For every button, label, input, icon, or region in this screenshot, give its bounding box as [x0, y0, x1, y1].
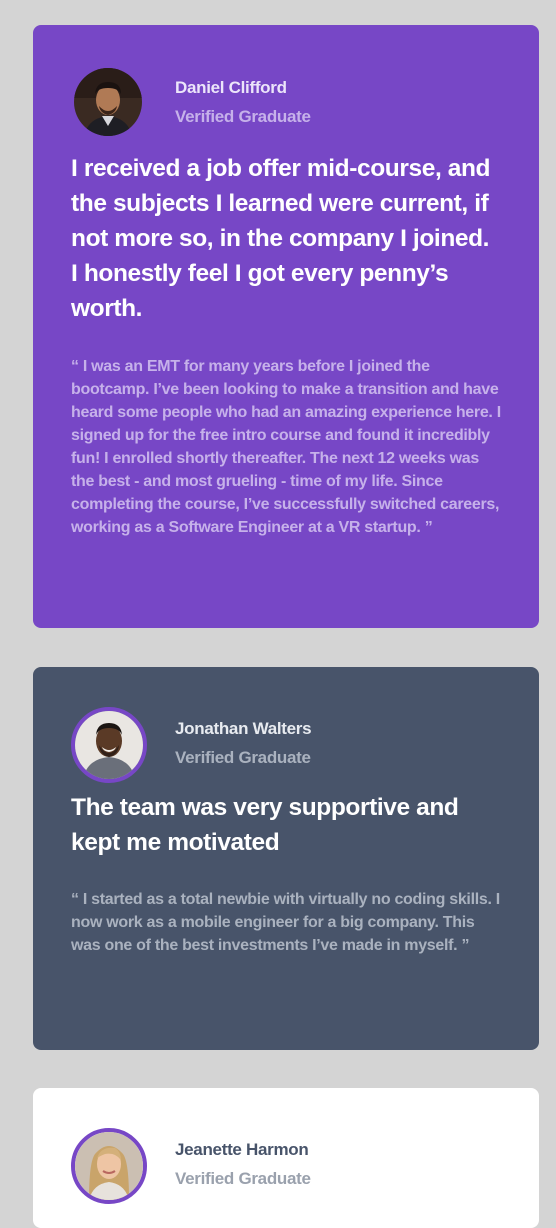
testimonial-card-jeanette: Jeanette Harmon Verified Graduate [33, 1088, 539, 1228]
avatar [71, 707, 147, 783]
testimonial-card-daniel: Daniel Clifford Verified Graduate I rece… [33, 25, 539, 628]
author-role: Verified Graduate [175, 1169, 311, 1188]
avatar-jonathan-image [75, 711, 143, 779]
testimonial-headline: I received a job offer mid-course, and t… [71, 155, 491, 322]
author-block: Jonathan Walters Verified Graduate [71, 707, 501, 787]
author-block: Jeanette Harmon Verified Graduate [71, 1128, 501, 1208]
testimonial-card-jonathan: Jonathan Walters Verified Graduate The t… [33, 667, 539, 1050]
author-name: Jonathan Walters [175, 719, 312, 738]
author-name: Daniel Clifford [175, 78, 287, 97]
testimonial-quote: “ I was an EMT for many years before I j… [71, 358, 501, 536]
testimonial-quote: “ I started as a total newbie with virtu… [71, 891, 500, 954]
author-role: Verified Graduate [175, 107, 311, 126]
avatar [74, 68, 142, 136]
avatar [71, 1128, 147, 1204]
avatar-daniel-image [74, 68, 142, 136]
author-name: Jeanette Harmon [175, 1140, 309, 1159]
author-role: Verified Graduate [175, 748, 311, 767]
avatar-jeanette-image [75, 1132, 143, 1200]
testimonial-headline: The team was very supportive and kept me… [71, 794, 459, 856]
author-block: Daniel Clifford Verified Graduate [71, 68, 501, 146]
